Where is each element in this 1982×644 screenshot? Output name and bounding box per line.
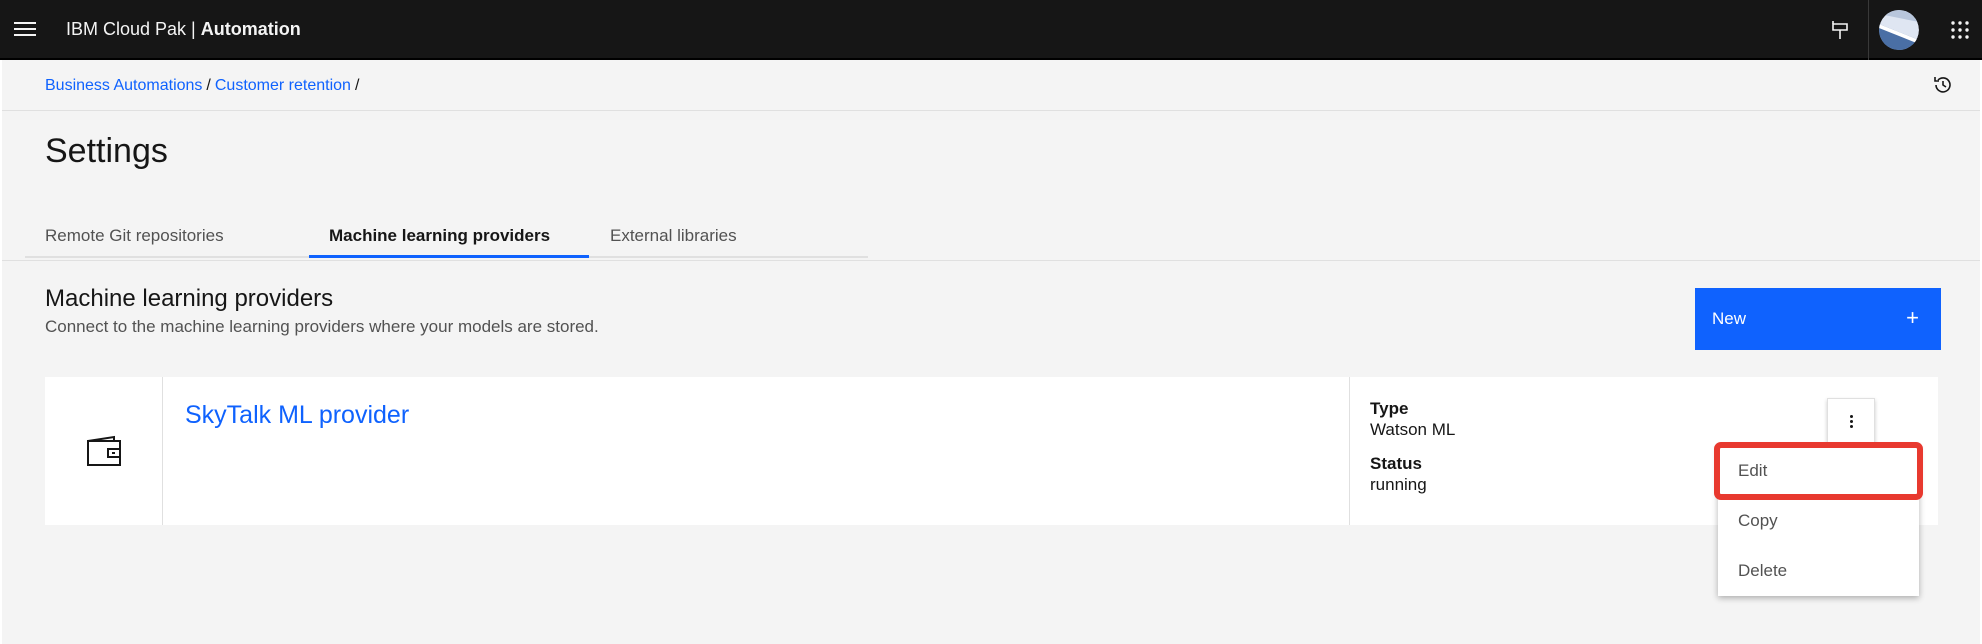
tab-remote-git-repositories[interactable]: Remote Git repositories [45, 210, 224, 258]
pin-icon[interactable] [1815, 0, 1865, 60]
brand-product: Automation [200, 19, 301, 39]
provider-card[interactable]: SkyTalk ML provider Type Watson ML Statu… [45, 377, 1938, 525]
history-icon[interactable] [1932, 74, 1954, 96]
plus-icon: + [1906, 305, 1919, 330]
provider-name-link[interactable]: SkyTalk ML provider [185, 401, 409, 430]
type-value: Watson ML [1370, 420, 1456, 439]
breadcrumb-separator: / [354, 77, 360, 94]
type-label: Type [1370, 399, 1409, 418]
overflow-menu-button[interactable] [1827, 398, 1875, 444]
section-description: Connect to the machine learning provider… [45, 317, 599, 336]
breadcrumb: Business Automations / Customer retention / [45, 77, 363, 95]
status-label: Status [1370, 454, 1422, 473]
status-value: running [1370, 475, 1427, 494]
breadcrumb-bar: Business Automations / Customer retention / [2, 60, 1980, 111]
menu-item-edit[interactable]: Edit [1714, 442, 1923, 500]
section-title: Machine learning providers [45, 285, 334, 312]
brand-title[interactable]: IBM Cloud Pak | Automation [66, 19, 301, 40]
menu-item-delete[interactable]: Delete [1718, 546, 1919, 596]
top-header: IBM Cloud Pak | Automation [0, 0, 1982, 60]
breadcrumb-customer-retention[interactable]: Customer retention [215, 77, 351, 94]
menu-item-copy[interactable]: Copy [1718, 496, 1919, 546]
new-button-label: New [1712, 309, 1747, 328]
breadcrumb-separator: / [206, 77, 211, 94]
menu-icon[interactable] [14, 20, 36, 38]
tab-machine-learning-providers[interactable]: Machine learning providers [309, 210, 589, 258]
brand-prefix: IBM Cloud Pak | [66, 19, 201, 39]
app-switcher-icon[interactable] [1940, 0, 1980, 60]
divider [2, 260, 1980, 261]
wallet-icon [45, 377, 163, 525]
avatar[interactable] [1868, 0, 1928, 60]
overflow-menu: Edit Copy Delete [1714, 442, 1923, 596]
overflow-menu-icon [1849, 413, 1853, 430]
page-title: Settings [45, 132, 168, 170]
app-page: IBM Cloud Pak | Automation Business Auto… [0, 0, 1982, 644]
settings-tabs: Remote Git repositories Machine learning… [25, 210, 868, 258]
new-provider-button[interactable]: New + [1695, 288, 1941, 350]
main-content: Business Automations / Customer retention /… [2, 60, 1980, 644]
breadcrumb-business-automations[interactable]: Business Automations [45, 77, 202, 94]
tab-external-libraries[interactable]: External libraries [610, 210, 737, 258]
